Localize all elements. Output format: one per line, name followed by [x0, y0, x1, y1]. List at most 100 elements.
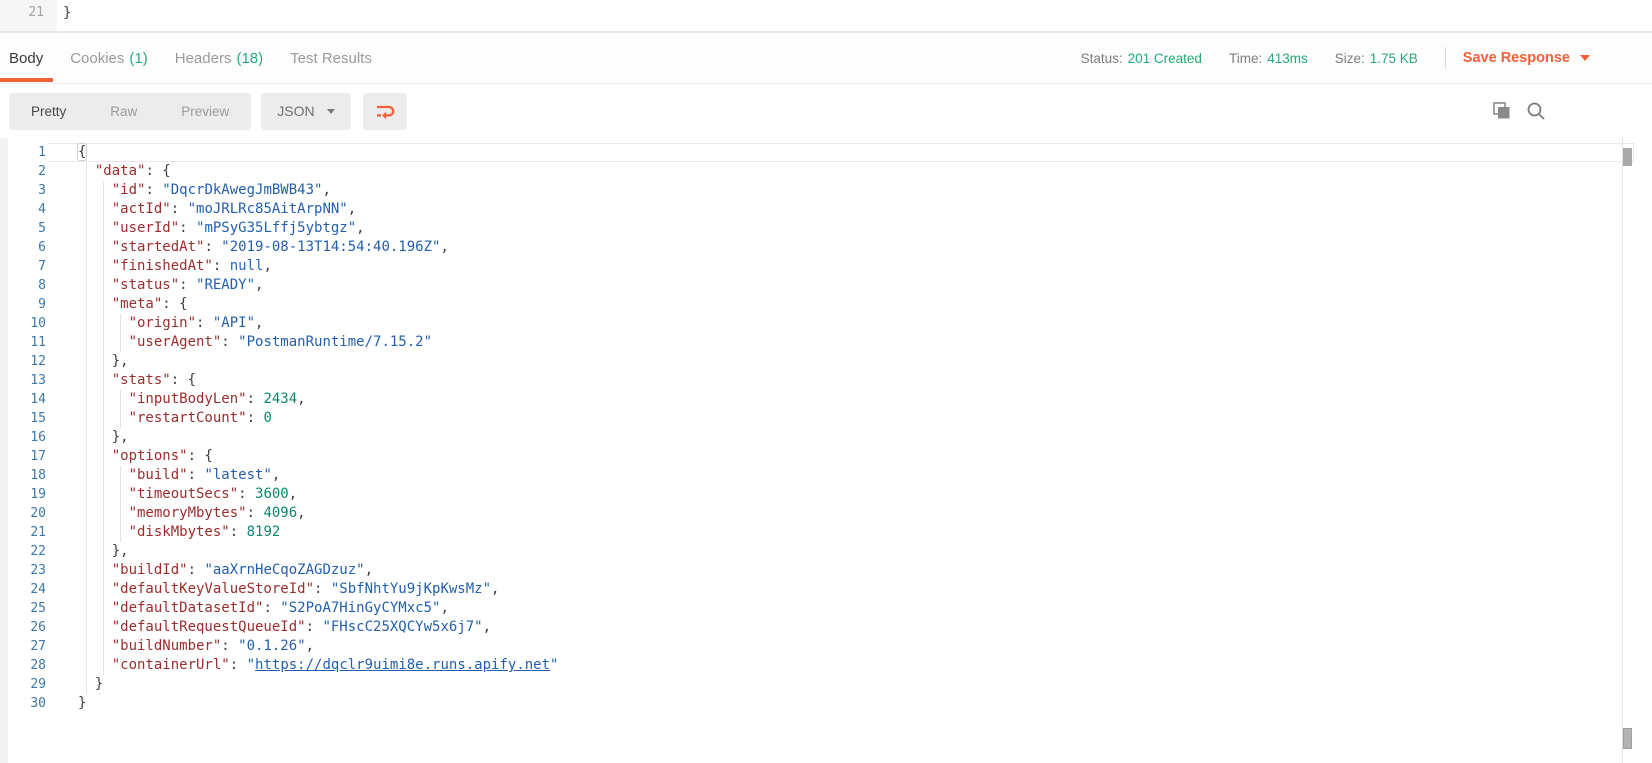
line-content: "containerUrl": "https://dqclr9uimi8e.ru… [48, 656, 1634, 675]
json-token: "SbfNhtYu9jKpKwsMz" [331, 581, 491, 597]
scrollbar-track[interactable] [1622, 138, 1623, 763]
indent-guide [103, 580, 104, 599]
json-token: , [322, 182, 330, 198]
json-key: "containerUrl" [112, 657, 230, 673]
json-token: , [348, 201, 356, 217]
indent-guide [86, 447, 87, 466]
json-token [78, 372, 112, 388]
json-token: : [221, 638, 238, 654]
code-line: 1{ [0, 143, 1652, 162]
code-line: 25 "defaultDatasetId": "S2PoA7HinGyCYMxc… [0, 599, 1652, 618]
indent-guide [120, 485, 121, 504]
tab-headers[interactable]: Headers (18) [175, 33, 263, 83]
code-line: 28 "containerUrl": "https://dqclr9uimi8e… [0, 656, 1652, 675]
indent-guide [103, 352, 104, 371]
json-token: : [204, 239, 221, 255]
tab-cookies[interactable]: Cookies (1) [70, 33, 148, 83]
indent-guide [86, 466, 87, 485]
json-token: 8192 [247, 524, 281, 540]
json-token: : [238, 486, 255, 502]
indent-guide [103, 504, 104, 523]
json-token: : [314, 581, 331, 597]
indent-guide [120, 504, 121, 523]
line-content: "data": { [48, 162, 1634, 181]
json-key: "timeoutSecs" [129, 486, 239, 502]
pretty-view-button[interactable]: Pretty [9, 93, 88, 130]
response-tabs: Body Cookies (1) Headers (18) Test Resul… [9, 33, 372, 83]
json-key: "id" [112, 182, 146, 198]
status-value: 201 Created [1128, 51, 1202, 66]
vertical-divider [1445, 47, 1446, 69]
tab-body[interactable]: Body [9, 33, 43, 83]
json-token: " [550, 657, 558, 673]
status-stat: Status: 201 Created [1081, 51, 1202, 66]
editor-left-margin [0, 138, 8, 763]
json-token: : { [188, 448, 213, 464]
indent-guide [103, 428, 104, 447]
json-key: "buildNumber" [112, 638, 222, 654]
json-token: , [491, 581, 499, 597]
code-line: 12 }, [0, 352, 1652, 371]
indent-guide [103, 618, 104, 637]
scrollbar-thumb-bottom[interactable] [1623, 728, 1632, 749]
tab-test-results[interactable]: Test Results [290, 33, 372, 83]
indent-guide [86, 428, 87, 447]
json-token: 3600 [255, 486, 289, 502]
json-token: { [78, 144, 86, 160]
json-key: "defaultKeyValueStoreId" [112, 581, 314, 597]
indent-guide [86, 675, 87, 694]
json-token [78, 619, 112, 635]
json-token: "mPSyG35Lffj5ybtgz" [196, 220, 356, 236]
json-token: 2434 [263, 391, 297, 407]
line-content: "startedAt": "2019-08-13T14:54:40.196Z", [48, 238, 1634, 257]
line-content: "memoryMbytes": 4096, [48, 504, 1634, 523]
scrollbar-thumb[interactable] [1623, 148, 1632, 166]
indent-guide [86, 561, 87, 580]
json-key: "diskMbytes" [129, 524, 230, 540]
active-tab-underline [0, 78, 53, 82]
code-line: 13 "stats": { [0, 371, 1652, 390]
line-content: "finishedAt": null, [48, 257, 1634, 276]
cookies-count-badge: (1) [129, 50, 147, 67]
json-token [78, 220, 112, 236]
wrap-text-button[interactable] [363, 93, 407, 130]
indent-guide [103, 200, 104, 219]
format-dropdown[interactable]: JSON [261, 93, 350, 130]
line-content: }, [48, 542, 1634, 561]
line-content: "userId": "mPSyG35Lffj5ybtgz", [48, 219, 1634, 238]
line-content: "actId": "moJRLRc85AitArpNN", [48, 200, 1634, 219]
line-content: { [48, 143, 1634, 162]
indent-guide [86, 485, 87, 504]
response-status-area: Status: 201 Created Time: 413ms Size: 1.… [1081, 47, 1590, 69]
json-token [78, 657, 112, 673]
copy-button[interactable] [1493, 102, 1511, 120]
indent-guide [103, 542, 104, 561]
container-url-link[interactable]: https://dqclr9uimi8e.runs.apify.net [255, 657, 550, 673]
json-token: , [306, 638, 314, 654]
request-editor-line[interactable]: } [57, 0, 71, 31]
preview-view-button[interactable]: Preview [159, 93, 251, 130]
json-token [78, 353, 112, 369]
line-content: "buildId": "aaXrnHeCqoZAGDzuz", [48, 561, 1634, 580]
json-token: 0 [263, 410, 271, 426]
code-line: 17 "options": { [0, 447, 1652, 466]
code-line: 14 "inputBodyLen": 2434, [0, 390, 1652, 409]
indent-guide [86, 333, 87, 352]
json-token: , [440, 600, 448, 616]
request-line-number: 21 [0, 0, 57, 31]
json-key: "status" [112, 277, 179, 293]
indent-guide [86, 181, 87, 200]
json-token: , [289, 486, 297, 502]
json-token: , [255, 277, 263, 293]
raw-view-button[interactable]: Raw [88, 93, 159, 130]
json-key: "memoryMbytes" [129, 505, 247, 521]
code-line: 22 }, [0, 542, 1652, 561]
search-button[interactable] [1526, 101, 1546, 121]
indent-guide [103, 295, 104, 314]
json-token: "PostmanRuntime/7.15.2" [238, 334, 432, 350]
code-line: 19 "timeoutSecs": 3600, [0, 485, 1652, 504]
save-response-button[interactable]: Save Response [1463, 50, 1590, 66]
indent-guide [86, 599, 87, 618]
line-content: "stats": { [48, 371, 1634, 390]
json-key: "defaultDatasetId" [112, 600, 264, 616]
